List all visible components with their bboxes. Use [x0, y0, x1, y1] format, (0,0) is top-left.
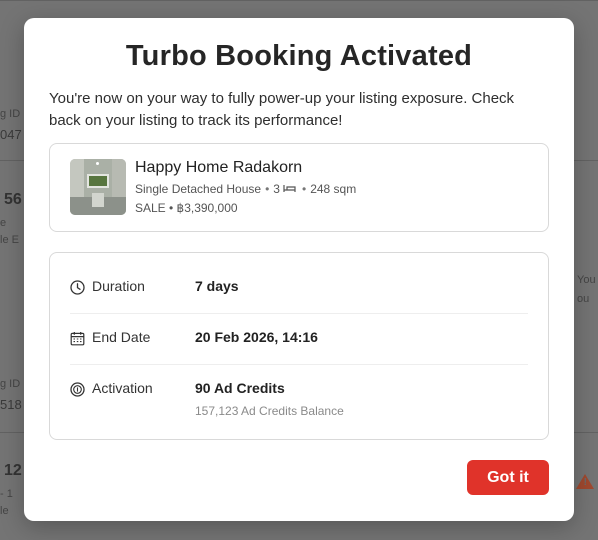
- property-type: Single Detached House: [135, 182, 262, 196]
- floor-area: 248 sqm: [310, 182, 357, 196]
- activation-label: Activation: [92, 380, 153, 396]
- background-text: le: [0, 505, 9, 517]
- listing-price: SALE • ฿3,390,000: [135, 201, 238, 215]
- background-text: You: [577, 274, 596, 286]
- modal-title: Turbo Booking Activated: [125, 40, 473, 72]
- end-date-label: End Date: [92, 329, 151, 345]
- duration-value: 7 days: [195, 278, 239, 294]
- background-text: g ID: [0, 378, 21, 390]
- end-date-row: End Date 20 Feb 2026, 14:16: [70, 328, 528, 365]
- background-text: 12: [4, 462, 22, 479]
- listing-thumbnail: [70, 159, 126, 215]
- modal-description: You're now on your way to fully power-up…: [49, 90, 515, 129]
- coin-icon: [70, 382, 85, 397]
- separator-dot: •: [265, 182, 270, 196]
- background-text: g ID: [0, 108, 21, 120]
- duration-row: Duration 7 days: [70, 277, 528, 314]
- separator-dot: •: [301, 182, 307, 196]
- listing-meta: Single Detached House • 3 • 248 sqm: [135, 182, 356, 196]
- background-text: 518: [0, 397, 22, 412]
- got-it-button[interactable]: Got it: [467, 460, 549, 495]
- clock-icon: [70, 280, 85, 295]
- background-text: e: [0, 217, 7, 229]
- ad-credits-balance: 157,123 Ad Credits Balance: [195, 404, 344, 418]
- activation-row: Activation 90 Ad Credits 157,123 Ad Cred…: [70, 379, 528, 423]
- duration-label: Duration: [92, 278, 145, 294]
- background-text: le E: [0, 234, 19, 246]
- boost-details-card: Duration 7 days End Date 20 Feb 2026, 14…: [49, 252, 549, 440]
- warning-mark: !: [583, 477, 587, 488]
- background-text: 56: [4, 191, 22, 208]
- bedroom-count: 3: [273, 182, 280, 196]
- background-text: ou: [577, 293, 590, 305]
- activation-value: 90 Ad Credits: [195, 380, 285, 396]
- listing-name: Happy Home Radakorn: [135, 159, 303, 176]
- bed-icon: [283, 184, 296, 192]
- background-text: - 1: [0, 488, 13, 500]
- calendar-icon: [70, 332, 85, 346]
- listing-card: Happy Home Radakorn Single Detached Hous…: [49, 143, 549, 232]
- turbo-booking-modal: Turbo Booking Activated You're now on yo…: [24, 18, 574, 521]
- background-text: 047: [0, 127, 22, 142]
- end-date-value: 20 Feb 2026, 14:16: [195, 329, 318, 345]
